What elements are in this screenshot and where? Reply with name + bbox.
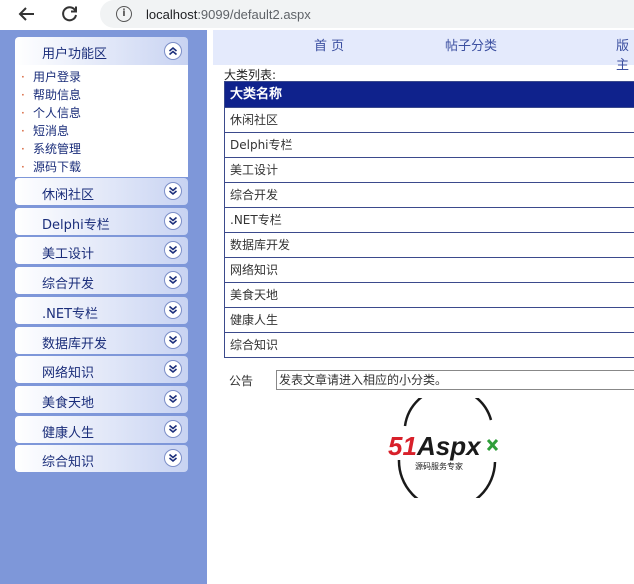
nav-post-category-link[interactable]: 帖子分类 [445, 35, 497, 54]
nav-home-link[interactable]: 首 页 [314, 35, 344, 54]
sidebar-category[interactable]: 数据库开发 [15, 327, 188, 354]
site-logo: 51 Aspx 源码服务专家 [385, 386, 515, 511]
user-panel-header[interactable]: 用户功能区 [15, 37, 188, 65]
logo-emblem: 51 Aspx 源码服务专家 [388, 386, 499, 511]
notice-marquee: 发表文章请进入相应的小分类。 [276, 370, 634, 390]
table-row[interactable]: 健康人生 [225, 307, 634, 332]
user-panel-item-admin[interactable]: · 系统管理 [15, 140, 188, 158]
bullet-icon: · [21, 124, 25, 138]
expand-chevron-icon[interactable] [164, 331, 182, 349]
url-path: :9099/default2.aspx [197, 6, 311, 22]
expand-chevron-icon[interactable] [164, 212, 182, 230]
user-panel-item-login[interactable]: · 用户登录 [15, 68, 188, 86]
sidebar-category[interactable]: 美食天地 [15, 386, 188, 413]
back-arrow-icon [18, 7, 34, 21]
expand-chevron-icon[interactable] [164, 271, 182, 289]
user-panel-item-messages[interactable]: · 短消息 [15, 122, 188, 140]
table-row[interactable]: 数据库开发 [225, 232, 634, 257]
reload-icon [62, 6, 77, 22]
user-panel-item-download[interactable]: · 源码下载 [15, 158, 188, 176]
table-row[interactable]: 美工设计 [225, 157, 634, 182]
table-row[interactable]: 综合开发 [225, 182, 634, 207]
expand-chevron-icon[interactable] [164, 241, 182, 259]
sidebar-category[interactable]: 休闲社区 [15, 178, 188, 205]
user-panel-title: 用户功能区 [42, 47, 108, 62]
sidebar-category[interactable]: 综合开发 [15, 267, 188, 294]
nav-moderator-link[interactable]: 版主 [616, 35, 634, 73]
svg-text:Aspx: Aspx [416, 431, 482, 461]
back-button[interactable] [15, 3, 39, 25]
expand-chevron-icon[interactable] [164, 301, 182, 319]
sidebar-category[interactable]: .NET专栏 [15, 297, 188, 324]
bullet-icon: · [21, 70, 25, 84]
sidebar: 用户功能区 · 用户登录 · 帮助信息 · 个人信息 · 短消息 · 系统管理 · 源码下载… [0, 30, 207, 584]
table-row[interactable]: .NET专栏 [225, 207, 634, 232]
reload-button[interactable] [58, 3, 82, 25]
table-row[interactable]: 网络知识 [225, 257, 634, 282]
table-header: 大类名称 [225, 82, 634, 107]
table-row[interactable]: 美食天地 [225, 282, 634, 307]
collapse-chevron-icon[interactable] [164, 42, 182, 60]
bullet-icon: · [21, 106, 25, 120]
bullet-icon: · [21, 160, 25, 174]
sidebar-category[interactable]: 美工设计 [15, 237, 188, 264]
user-panel-item-help[interactable]: · 帮助信息 [15, 86, 188, 104]
address-bar[interactable]: i localhost:9099/default2.aspx [100, 0, 634, 28]
expand-chevron-icon[interactable] [164, 449, 182, 467]
url-host: localhost [146, 6, 198, 22]
browser-toolbar: i localhost:9099/default2.aspx [0, 0, 634, 30]
bullet-icon: · [21, 142, 25, 156]
table-row[interactable]: Delphi专栏 [225, 132, 634, 157]
table-row[interactable]: 休闲社区 [225, 107, 634, 132]
expand-chevron-icon[interactable] [164, 182, 182, 200]
expand-chevron-icon[interactable] [164, 360, 182, 378]
sidebar-category[interactable]: Delphi专栏 [15, 208, 188, 235]
notice-label: 公告 [229, 374, 254, 388]
expand-chevron-icon[interactable] [164, 390, 182, 408]
user-panel-body: · 用户登录 · 帮助信息 · 个人信息 · 短消息 · 系统管理 · 源码下载 [15, 65, 188, 177]
sidebar-category[interactable]: 健康人生 [15, 416, 188, 443]
category-table: 大类名称 休闲社区 Delphi专栏 美工设计 综合开发 .NET专栏 数据库开… [224, 81, 634, 358]
sidebar-category[interactable]: 综合知识 [15, 445, 188, 472]
svg-text:源码服务专家: 源码服务专家 [415, 461, 463, 471]
bullet-icon: · [21, 88, 25, 102]
expand-chevron-icon[interactable] [164, 420, 182, 438]
top-nav: 首 页 帖子分类 版主 [213, 30, 634, 73]
sidebar-category[interactable]: 网络知识 [15, 356, 188, 383]
site-info-icon[interactable]: i [116, 6, 132, 22]
user-panel-item-profile[interactable]: · 个人信息 [15, 104, 188, 122]
table-row[interactable]: 综合知识 [225, 332, 634, 357]
svg-text:51: 51 [388, 431, 417, 461]
